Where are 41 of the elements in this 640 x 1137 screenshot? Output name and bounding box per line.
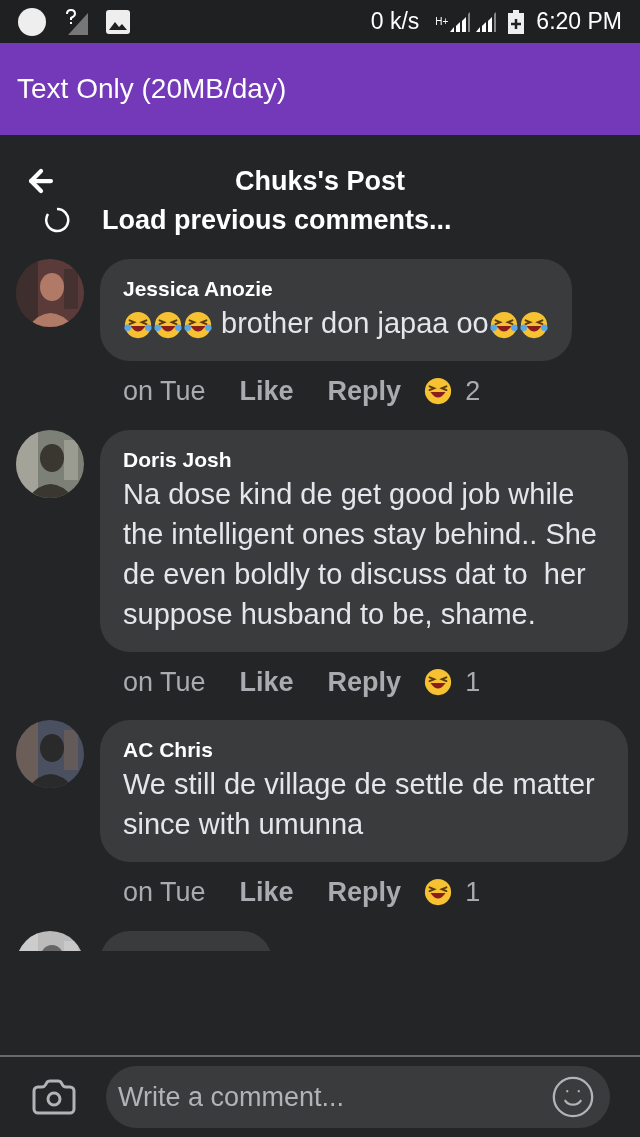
like-button[interactable]: Like [239, 661, 294, 702]
comment-time: on Tue [123, 665, 206, 699]
laughing-emoji-icon [423, 877, 454, 908]
app-bar-title: Text Only (20MB/day) [17, 72, 287, 106]
reply-button[interactable]: Reply [327, 371, 402, 412]
laughing-emoji-icon [423, 376, 454, 407]
emoji-button[interactable] [550, 1074, 596, 1120]
laughing-emoji-icon [423, 666, 454, 697]
comment-text: Na dose kind de get good job while the intelligent ones stay behind.. She de even boldly to discuss dat to her suppose husband to be, shame. [123, 477, 598, 630]
comment-text: brother don japaa oo [220, 307, 489, 339]
signal-icon [448, 11, 471, 32]
comment-time: on Tue [123, 375, 206, 408]
loading-spinner-icon [44, 207, 70, 233]
reply-button[interactable]: Reply [327, 872, 402, 913]
signal-icon [474, 11, 497, 32]
data-speed: 0 k/s [370, 7, 420, 37]
signal-unknown-icon [64, 8, 90, 35]
post-title: Chuks's Post [235, 164, 405, 198]
laughing-tears-emoji-icon [518, 310, 549, 341]
laughing-tears-emoji-icon [123, 310, 153, 341]
commenter-name[interactable]: Jessica Anozie [123, 275, 549, 303]
notification-dot-icon [18, 7, 46, 36]
load-previous-comments-link[interactable]: Load previous comments... [102, 199, 452, 241]
commenter-name[interactable]: Doris Josh [123, 445, 605, 474]
reaction-count: 1 [465, 665, 481, 699]
image-icon [106, 9, 130, 34]
like-button[interactable]: Like [239, 371, 294, 412]
laughing-tears-emoji-icon [488, 310, 519, 341]
reaction-count: 2 [465, 375, 481, 408]
reply-button[interactable]: Reply [327, 661, 402, 702]
network-type: H+ [435, 16, 449, 27]
laughing-tears-emoji-icon [183, 310, 213, 341]
comment-time: on Tue [123, 876, 206, 909]
like-button[interactable]: Like [239, 872, 294, 913]
laughing-tears-emoji-icon [153, 310, 183, 341]
clock: 6:20 PM [536, 7, 622, 37]
comment-input-field[interactable]: Write a comment... [106, 1066, 610, 1128]
battery-icon [508, 9, 525, 34]
comment-text: We still de village de settle de matter since with umunna [123, 768, 596, 840]
reaction-count: 1 [465, 876, 481, 909]
commenter-name[interactable]: AC Chris [123, 736, 605, 764]
